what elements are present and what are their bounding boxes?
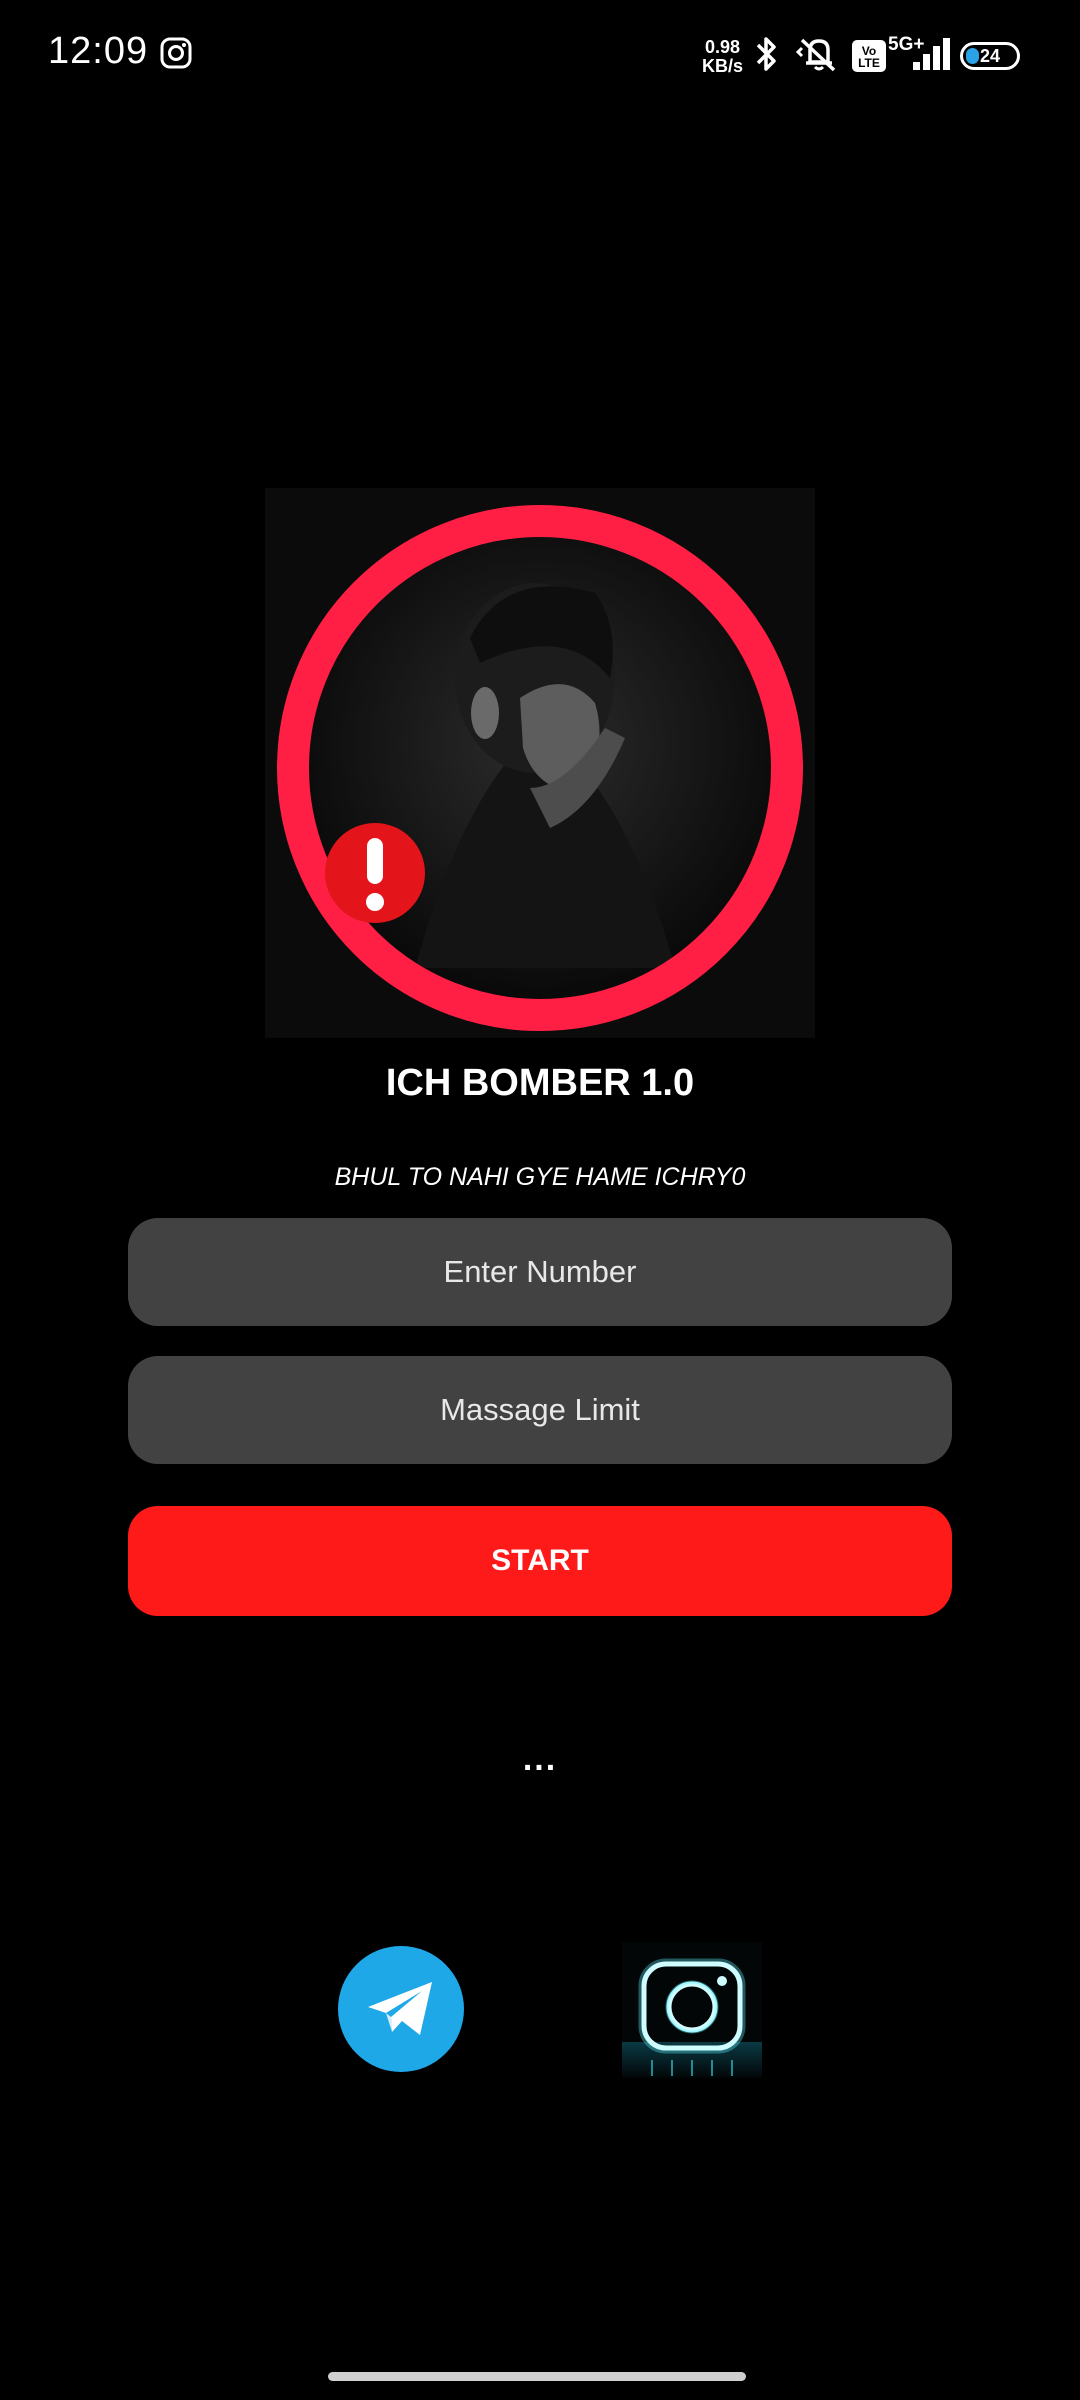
status-bar: 12:09 0.98 KB/s Vo LTE 5G+ 24: [0, 0, 1080, 110]
status-time: 12:09: [48, 30, 149, 72]
start-button[interactable]: START: [128, 1506, 952, 1616]
network-speed: 0.98 KB/s: [702, 38, 743, 76]
battery-icon: 24: [960, 42, 1020, 70]
instagram-neon-icon: [622, 1942, 762, 2078]
app-screen: 12:09 0.98 KB/s Vo LTE 5G+ 24 ICH BOMBER…: [0, 0, 1080, 2400]
instagram-icon: [160, 37, 192, 74]
bluetooth-icon: [752, 34, 782, 79]
app-logo: [265, 488, 815, 1038]
network-speed-unit: KB/s: [702, 56, 744, 76]
telegram-icon: [368, 1982, 432, 2035]
app-tagline: BHUL TO NAHI GYE HAME ICHRY0: [334, 1163, 746, 1191]
volte-bottom: LTE: [858, 56, 880, 70]
network-speed-value: 0.98: [704, 37, 741, 57]
volte-badge: Vo LTE: [852, 40, 886, 72]
battery-level: 24: [979, 45, 1001, 66]
instagram-button[interactable]: [622, 1942, 762, 2078]
telegram-button[interactable]: [338, 1946, 464, 2072]
signal-icon: [912, 36, 952, 77]
message-limit-input[interactable]: [128, 1356, 952, 1464]
loading-indicator: ...: [522, 1740, 558, 1778]
number-input[interactable]: [128, 1218, 952, 1326]
battery-fill: [966, 48, 979, 64]
vibrate-off-icon: [795, 34, 842, 79]
home-indicator[interactable]: [328, 2372, 746, 2381]
app-title: ICH BOMBER 1.0: [385, 1062, 695, 1104]
